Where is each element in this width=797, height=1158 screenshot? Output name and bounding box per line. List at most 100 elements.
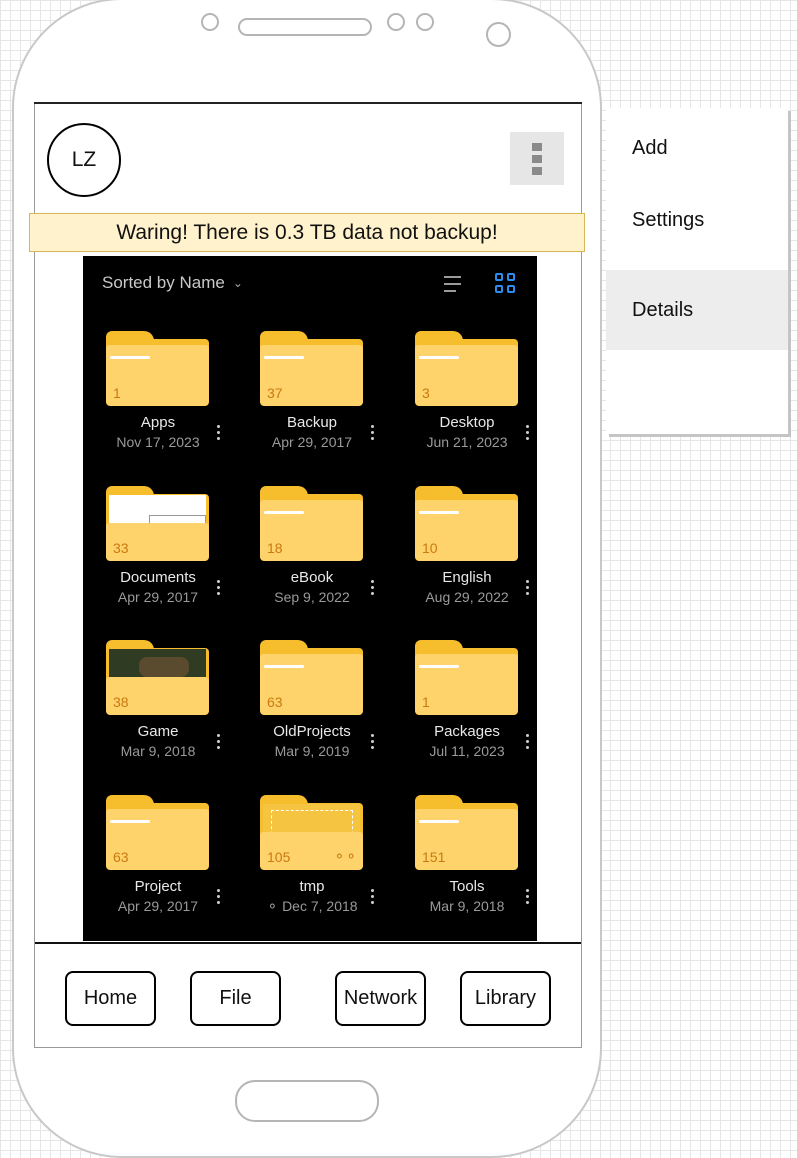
folder-icon[interactable]: 37 [260,331,363,406]
menu-item-add[interactable]: Add [606,126,788,170]
nav-file-label: File [219,987,252,1009]
home-button[interactable] [235,1080,379,1122]
folder-date: Sep 9, 2022 [247,589,377,605]
folder-name: OldProjects [273,723,351,740]
folder-icon[interactable]: 63 [106,795,209,870]
folder-date-text: Nov 17, 2023 [116,434,200,450]
item-count: 1 [422,694,430,710]
sort-dropdown[interactable]: Sorted by Name ⌄ [102,272,243,294]
sensor-icon [387,13,405,31]
sort-label: Sorted by Name [102,273,225,292]
list-view-icon[interactable] [444,276,464,292]
folder-icon[interactable]: 38 [106,640,209,715]
folder-name: English [442,569,492,586]
menu-item-settings[interactable]: Settings [606,198,788,242]
menu-item-label: Add [632,136,668,159]
folder-icon[interactable]: 33 [106,486,209,561]
kebab-icon [532,143,542,151]
folder-date-text: Sep 9, 2022 [274,589,350,605]
folder-date: Jul 11, 2023 [402,743,532,759]
more-options-button[interactable] [510,132,564,185]
folder-name: Documents [120,569,196,586]
folder-name: Tools [449,878,485,895]
warning-text: Waring! There is 0.3 TB data not backup! [116,220,498,244]
folder-icon[interactable]: 151 [415,795,518,870]
folder-more-icon[interactable] [213,579,225,597]
folder-name: eBook [290,569,334,586]
folder-date-text: Jun 21, 2023 [426,434,508,450]
folder-date: Aug 29, 2022 [402,589,532,605]
folder-more-icon[interactable] [367,888,379,906]
folder-icon[interactable]: 105 ⚬⚬ [260,795,363,870]
menu-item-label: Settings [632,208,705,231]
folder-date: ⚬ Dec 7, 2018 [247,898,377,915]
folder-more-icon[interactable] [213,888,225,906]
nav-library-button[interactable]: Library [460,971,551,1026]
folder-name: Project [134,878,182,895]
folder-date: Nov 17, 2023 [93,434,223,450]
folder-icon[interactable]: 18 [260,486,363,561]
speaker-grille [238,18,372,36]
folder-more-icon[interactable] [522,424,534,442]
item-count: 1 [113,385,121,401]
folder-more-icon[interactable] [213,733,225,751]
folder-date: Apr 29, 2017 [93,898,223,914]
folder-date: Mar 9, 2018 [402,898,532,914]
screen-top-border [34,102,582,104]
item-count: 3 [422,385,430,401]
menu-item-label: Details [632,298,694,321]
folder-date: Jun 21, 2023 [402,434,532,450]
chevron-down-icon: ⌄ [232,276,243,290]
options-menu: Add Settings Details [606,108,788,434]
folder-more-icon[interactable] [522,888,534,906]
folder-more-icon[interactable] [367,733,379,751]
front-camera-icon [486,22,511,47]
avatar[interactable]: LZ [47,123,121,197]
kebab-icon-dot [532,155,542,163]
folder-date-text: Apr 29, 2017 [117,589,199,605]
folder-icon[interactable]: 10 [415,486,518,561]
folder-date: Mar 9, 2018 [93,743,223,759]
nav-file-button[interactable]: File [190,971,281,1026]
folder-date-text: Apr 29, 2017 [117,898,199,914]
nav-library-label: Library [474,987,537,1009]
item-count: 105 [267,849,291,865]
item-count: 10 [422,540,438,556]
folder-date: Apr 29, 2017 [93,589,223,605]
folder-name: tmp [299,878,325,895]
folder-icon[interactable]: 63 [260,640,363,715]
menu-item-details[interactable]: Details [606,270,788,350]
folder-date-text: Jul 11, 2023 [429,743,505,759]
folder-name: Game [137,723,179,740]
folder-date-text: Dec 7, 2018 [282,898,358,914]
folder-more-icon[interactable] [367,424,379,442]
shared-icon: ⚬ [266,898,283,914]
item-count: 151 [422,849,446,865]
folder-name: Backup [286,414,338,431]
folder-date-text: Aug 29, 2022 [425,589,509,605]
nav-home-button[interactable]: Home [65,971,156,1026]
folder-name: Apps [140,414,176,431]
folder-date: Apr 29, 2017 [247,434,377,450]
folder-date: Mar 9, 2019 [247,743,377,759]
folder-more-icon[interactable] [522,579,534,597]
folder-more-icon[interactable] [213,424,225,442]
folder-icon[interactable]: 1 [106,331,209,406]
nav-network-label: Network [343,987,418,1009]
nav-divider [35,942,581,944]
folder-more-icon[interactable] [522,733,534,751]
shared-users-icon: ⚬⚬ [333,848,357,864]
folder-date-text: Mar 9, 2018 [429,898,505,914]
folder-date-text: Apr 29, 2017 [271,434,353,450]
folder-icon[interactable]: 1 [415,640,518,715]
avatar-initials: LZ [71,148,97,171]
item-count: 38 [113,694,129,710]
item-count: 37 [267,385,283,401]
folder-name: Desktop [439,414,495,431]
grid-view-icon[interactable] [495,273,516,294]
nav-network-button[interactable]: Network [335,971,426,1026]
folder-date-text: Mar 9, 2018 [120,743,196,759]
kebab-icon-dot [532,167,542,175]
folder-icon[interactable]: 3 [415,331,518,406]
folder-more-icon[interactable] [367,579,379,597]
